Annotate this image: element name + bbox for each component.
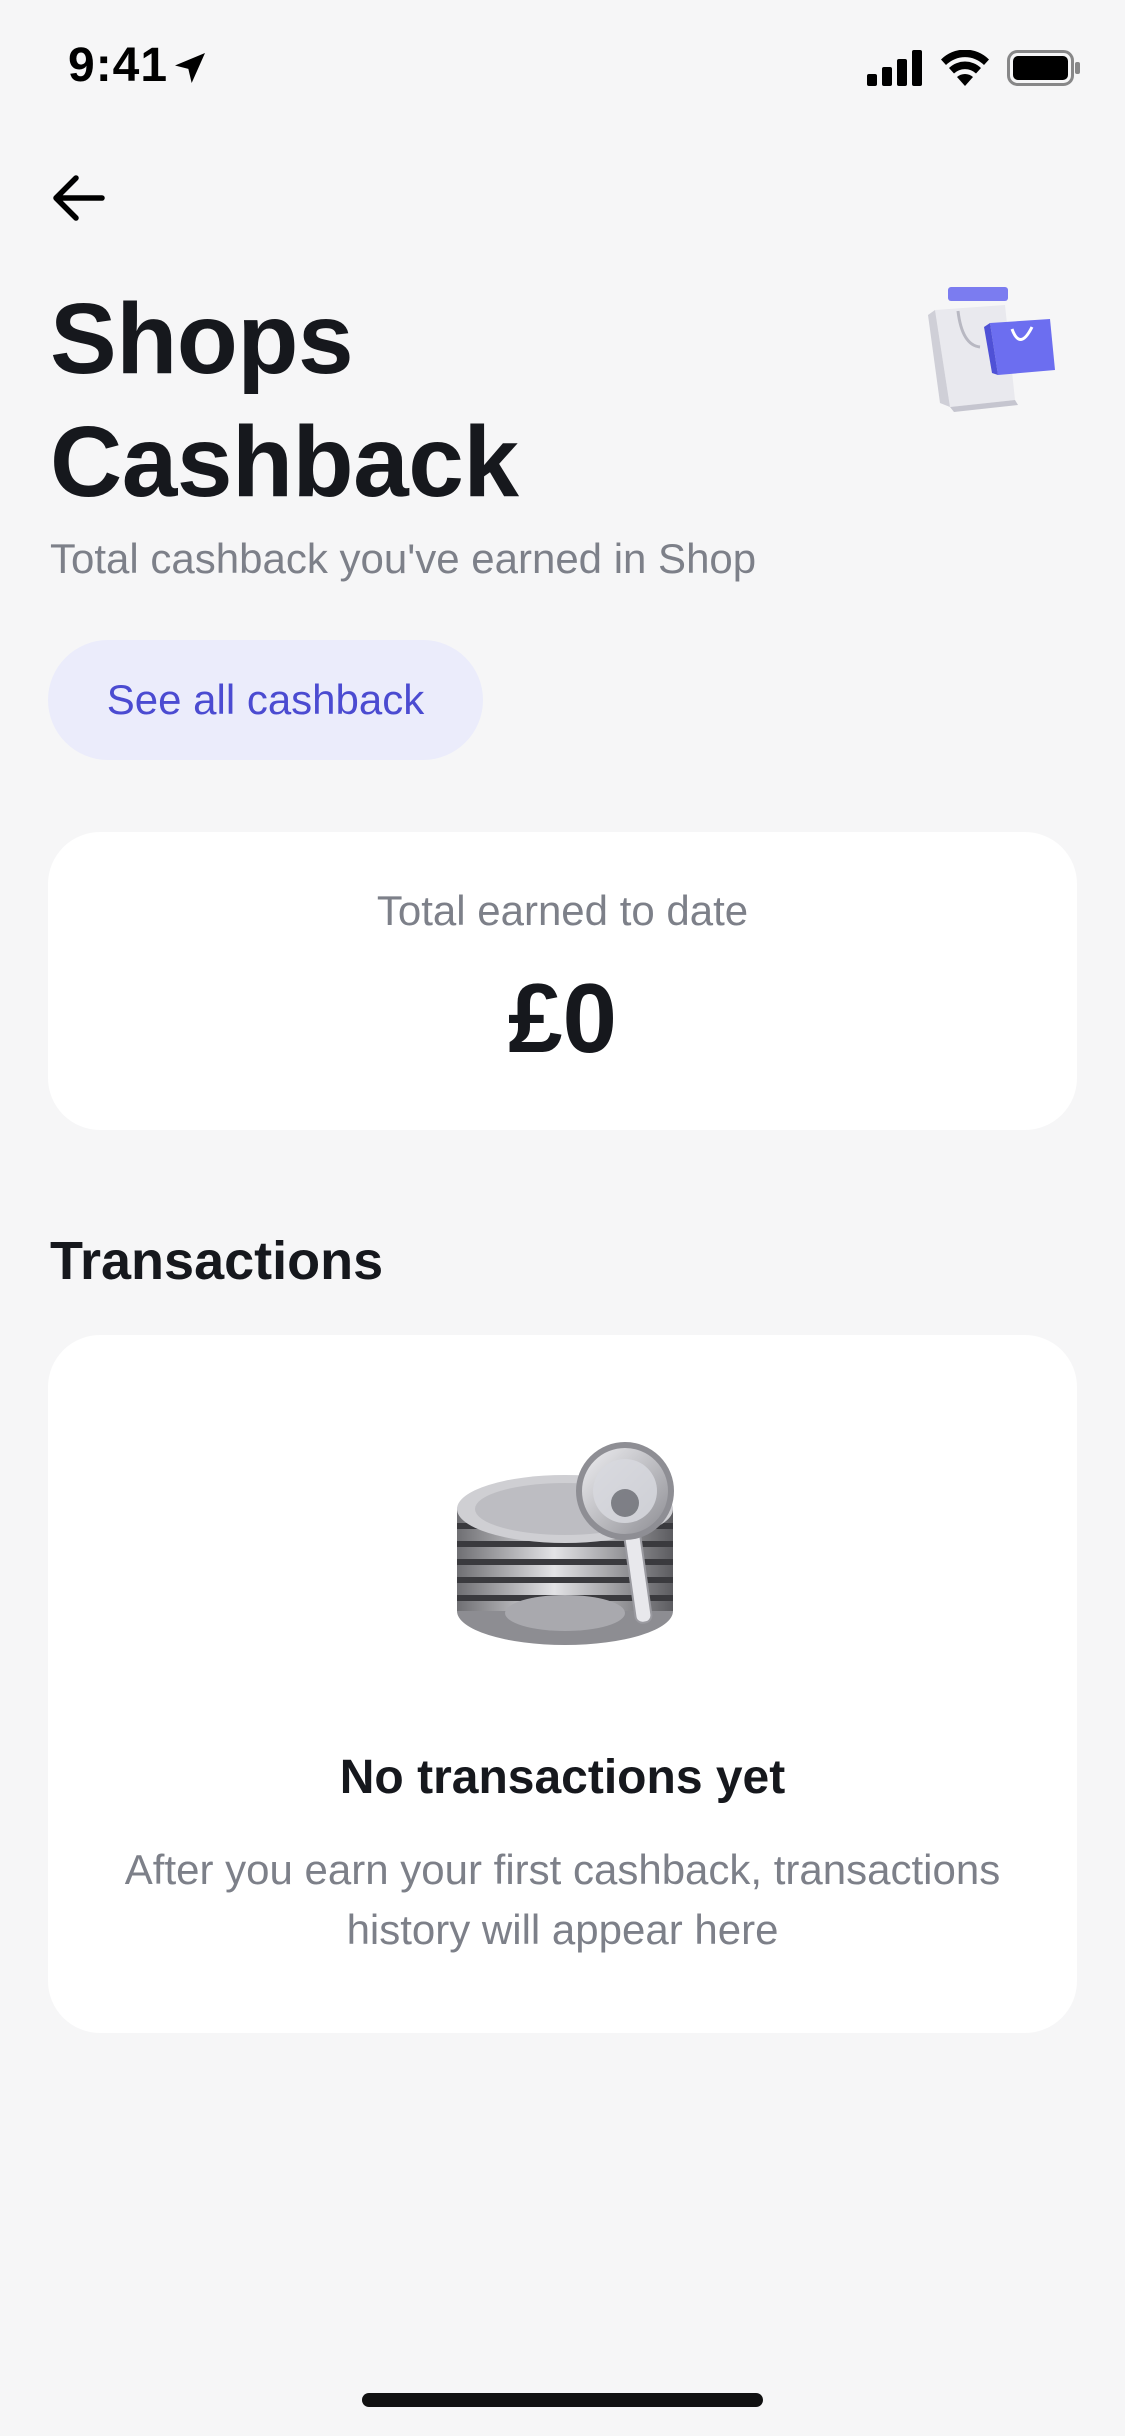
- status-bar: 9:41: [0, 0, 1125, 140]
- status-time: 9:41: [68, 39, 169, 92]
- wifi-icon: [941, 50, 989, 86]
- arrow-left-icon: [53, 175, 105, 221]
- page-subtitle: Total cashback you've earned in Shop: [50, 535, 757, 582]
- home-indicator[interactable]: [362, 2393, 763, 2407]
- shopping-bags-icon: [928, 287, 1055, 412]
- see-all-cashback-button[interactable]: See all cashback: [48, 640, 483, 760]
- page-title: Shops Cashback: [50, 283, 519, 518]
- battery-icon: [1007, 50, 1080, 86]
- location-arrow-icon: [175, 53, 205, 83]
- transactions-heading: Transactions: [50, 1231, 384, 1291]
- empty-state-description: After you earn your first cashback, tran…: [124, 1846, 1001, 1953]
- coins-magnifier-icon: [457, 1442, 674, 1645]
- total-earned-label: Total earned to date: [376, 887, 749, 934]
- status-indicators: [867, 46, 1081, 90]
- empty-state-title: No transactions yet: [339, 1751, 786, 1804]
- transactions-empty-card: No transactions yet After you earn your …: [48, 1335, 1077, 2033]
- back-button[interactable]: [42, 162, 114, 234]
- total-earned-amount: £0: [507, 963, 617, 1073]
- cellular-signal-icon: [867, 50, 922, 86]
- total-earned-card: Total earned to date £0: [48, 832, 1077, 1130]
